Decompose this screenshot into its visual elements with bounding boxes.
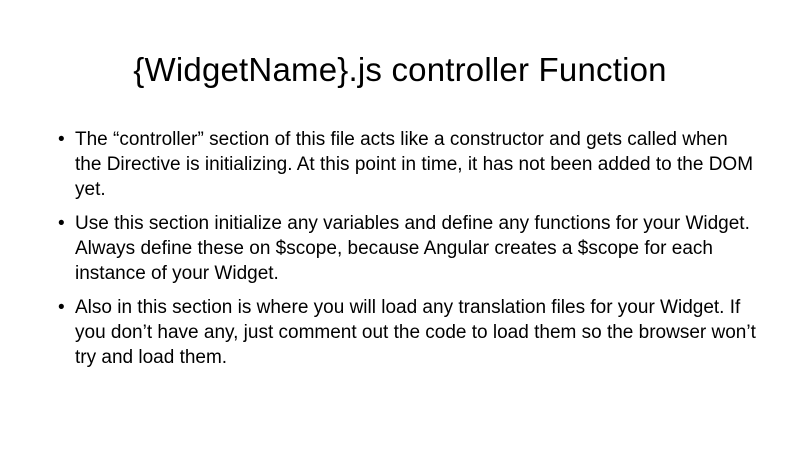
bullet-text: The “controller” section of this file ac… (75, 129, 754, 200)
slide: {WidgetName}.js controller Function • Th… (0, 0, 800, 449)
bullet-text: Also in this section is where you will l… (75, 297, 756, 368)
bullet-marker: • (58, 129, 65, 150)
bullet-item: • Use this section initialize any variab… (58, 211, 758, 286)
bullet-item: • Also in this section is where you will… (58, 295, 758, 370)
bullet-marker: • (58, 213, 65, 234)
bullet-marker: • (58, 297, 65, 318)
bullet-list: • The “controller” section of this file … (58, 127, 758, 379)
slide-title: {WidgetName}.js controller Function (133, 51, 667, 88)
bullet-text: Use this section initialize any variable… (75, 213, 750, 284)
bullet-item: • The “controller” section of this file … (58, 127, 758, 202)
